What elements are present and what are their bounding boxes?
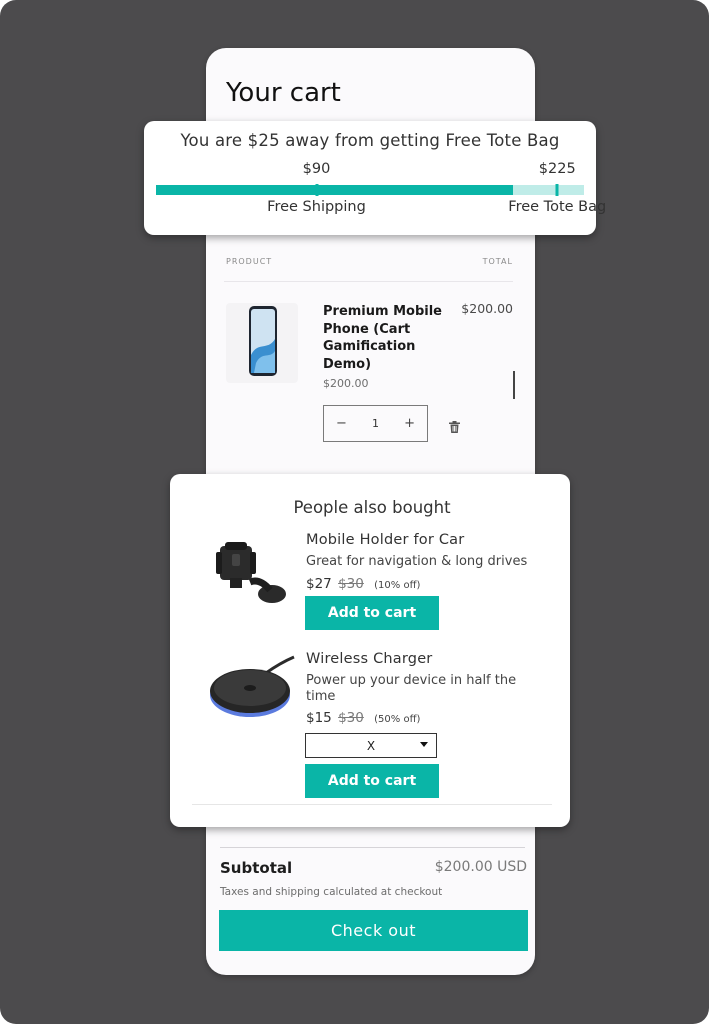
header-divider (224, 281, 513, 282)
product-unit-price: $200.00 (323, 377, 369, 390)
cart-title: Your cart (226, 78, 341, 108)
milestone-marker-free-tote (555, 184, 559, 196)
milestone-amount-free-shipping: $90 (302, 161, 331, 177)
upsell-item-name[interactable]: Wireless Charger (306, 651, 432, 667)
upsell-item-price: $27 (306, 576, 332, 592)
progress-bar (156, 184, 584, 196)
upsell-item-price: $15 (306, 710, 332, 726)
quantity-stepper: − 1 + (323, 405, 428, 442)
upsell-item: Mobile Holder for Car Great for navigati… (192, 532, 552, 642)
total-column-header: TOTAL (482, 257, 513, 266)
upsell-item-compare-price: $30 (338, 710, 364, 726)
decrease-quantity-button[interactable]: − (336, 416, 347, 431)
add-to-cart-button[interactable]: Add to cart (305, 596, 439, 630)
milestone-marker-free-shipping (315, 184, 318, 196)
variant-select[interactable]: X (305, 733, 437, 758)
increase-quantity-button[interactable]: + (404, 416, 415, 431)
add-to-cart-button[interactable]: Add to cart (305, 764, 439, 798)
checkout-button[interactable]: Check out (219, 910, 528, 951)
upsell-popup: People also bought Mobile Holder for Car… (170, 474, 570, 827)
subtotal-label: Subtotal (220, 859, 293, 877)
upsell-item: Wireless Charger Power up your device in… (192, 651, 552, 801)
upsell-item-discount: (10% off) (374, 580, 421, 591)
trash-icon[interactable] (449, 418, 460, 437)
quantity-value[interactable]: 1 (372, 417, 379, 430)
upsell-title: People also bought (293, 498, 451, 517)
upsell-container: People also bought Mobile Holder for Car… (192, 492, 552, 805)
product-column-header: PRODUCT (226, 257, 273, 266)
product-line-total: $200.00 (461, 301, 513, 316)
milestone-amount-free-tote: $225 (538, 161, 576, 177)
scrollbar-thumb[interactable] (513, 371, 515, 399)
subtotal-value: $200.00 USD (434, 859, 527, 875)
upsell-item-price-row: $27 $30 (10% off) (306, 576, 420, 592)
dropdown-caret-icon (420, 742, 428, 747)
upsell-item-description: Great for navigation & long drives (306, 554, 528, 569)
milestone-label-free-shipping: Free Shipping (267, 199, 366, 215)
progress-message: You are $25 away from getting Free Tote … (180, 131, 560, 150)
milestone-label-free-tote: Free Tote Bag (508, 199, 607, 215)
upsell-item-compare-price: $30 (338, 576, 364, 592)
product-name[interactable]: Premium Mobile Phone (Cart Gamification … (323, 303, 453, 373)
tax-note: Taxes and shipping calculated at checkou… (220, 886, 443, 898)
car-holder-image[interactable] (210, 538, 290, 614)
upsell-item-name[interactable]: Mobile Holder for Car (306, 532, 464, 548)
upsell-item-price-row: $15 $30 (50% off) (306, 710, 420, 726)
wireless-charger-image[interactable] (206, 651, 298, 727)
phone-image-icon (249, 306, 277, 376)
subtotal-divider (220, 847, 525, 848)
upsell-item-discount: (50% off) (374, 714, 421, 725)
free-gift-progress-card: You are $25 away from getting Free Tote … (144, 121, 606, 235)
product-image[interactable] (226, 303, 298, 383)
variant-selected-value: X (366, 738, 376, 753)
progress-bar-fill (156, 185, 513, 195)
upsell-item-description: Power up your device in half the time (306, 673, 517, 704)
